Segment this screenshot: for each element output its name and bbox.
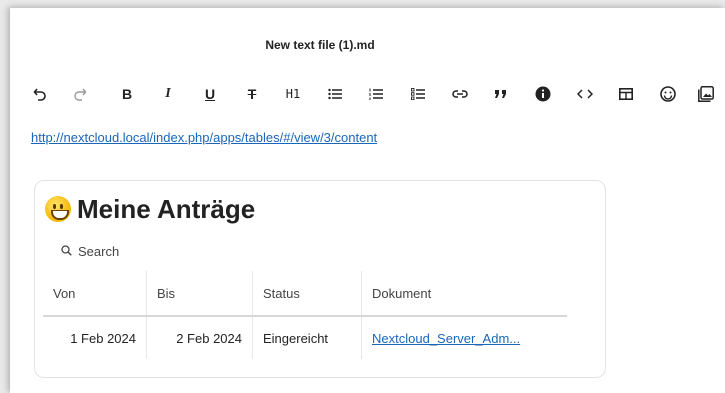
image-icon xyxy=(698,86,714,102)
column-header-dokument[interactable]: Dokument xyxy=(361,271,567,317)
bullet-list-icon xyxy=(328,88,342,100)
numbered-list-button[interactable] xyxy=(362,80,390,108)
underline-icon: U xyxy=(204,86,216,102)
italic-icon: I xyxy=(165,86,171,101)
undo-button[interactable] xyxy=(26,80,54,108)
code-icon xyxy=(577,89,593,99)
cell-bis: 2 Feb 2024 xyxy=(146,315,253,359)
cell-status: Eingereicht xyxy=(252,315,362,359)
info-box-button[interactable] xyxy=(529,80,557,108)
link-icon xyxy=(452,89,468,99)
emoji-picker-button[interactable] xyxy=(654,80,682,108)
table-title-row: Meine Anträge xyxy=(45,191,255,227)
table-header-row: Von Bis Status Dokument xyxy=(43,271,567,317)
table-embed-card: Meine Anträge Search Von Bis Status Doku… xyxy=(34,180,606,378)
redo-icon xyxy=(73,87,87,101)
search-icon xyxy=(61,244,72,259)
document-link[interactable]: http://nextcloud.local/index.php/apps/ta… xyxy=(31,130,377,145)
heading-icon: H1 xyxy=(285,87,301,101)
document-file-link[interactable]: Nextcloud_Server_Adm... xyxy=(372,331,520,346)
undo-icon xyxy=(33,87,47,101)
grinning-face-emoji-icon xyxy=(45,196,71,222)
strikethrough-icon: T xyxy=(247,86,257,102)
insert-image-button[interactable] xyxy=(692,80,720,108)
search-label: Search xyxy=(78,244,120,259)
data-table: Von Bis Status Dokument 1 Feb 2024 2 Feb… xyxy=(43,271,567,359)
table-icon xyxy=(619,88,633,100)
bold-icon: B xyxy=(121,86,133,102)
document-title: New text file (1).md xyxy=(265,38,375,52)
checklist-icon xyxy=(411,88,425,100)
table-button[interactable] xyxy=(612,80,640,108)
emoji-icon xyxy=(660,86,676,102)
heading-button[interactable]: H1 xyxy=(279,80,307,108)
checklist-button[interactable] xyxy=(404,80,432,108)
column-header-von[interactable]: Von xyxy=(43,271,147,317)
cell-von: 1 Feb 2024 xyxy=(43,315,147,359)
italic-button[interactable]: I xyxy=(154,80,182,108)
bullet-list-button[interactable] xyxy=(321,80,349,108)
bold-button[interactable]: B xyxy=(113,80,141,108)
column-header-status[interactable]: Status xyxy=(252,271,362,317)
info-icon xyxy=(535,86,551,102)
code-block-button[interactable] xyxy=(571,80,599,108)
underline-button[interactable]: U xyxy=(196,80,224,108)
table-title: Meine Anträge xyxy=(77,193,256,224)
formatting-toolbar: B I U T H1 xyxy=(26,80,725,114)
numbered-list-icon xyxy=(369,88,383,100)
table-search[interactable]: Search xyxy=(61,244,119,259)
table-row: 1 Feb 2024 2 Feb 2024 Eingereicht Nextcl… xyxy=(43,315,567,359)
quote-button[interactable] xyxy=(487,80,515,108)
link-button[interactable] xyxy=(446,80,474,108)
editor-window: New text file (1).md B I U T H1 http://n… xyxy=(10,8,725,393)
quote-icon xyxy=(494,89,508,99)
cell-dokument: Nextcloud_Server_Adm... xyxy=(361,315,567,359)
redo-button[interactable] xyxy=(66,80,94,108)
column-header-bis[interactable]: Bis xyxy=(146,271,253,317)
strikethrough-button[interactable]: T xyxy=(238,80,266,108)
